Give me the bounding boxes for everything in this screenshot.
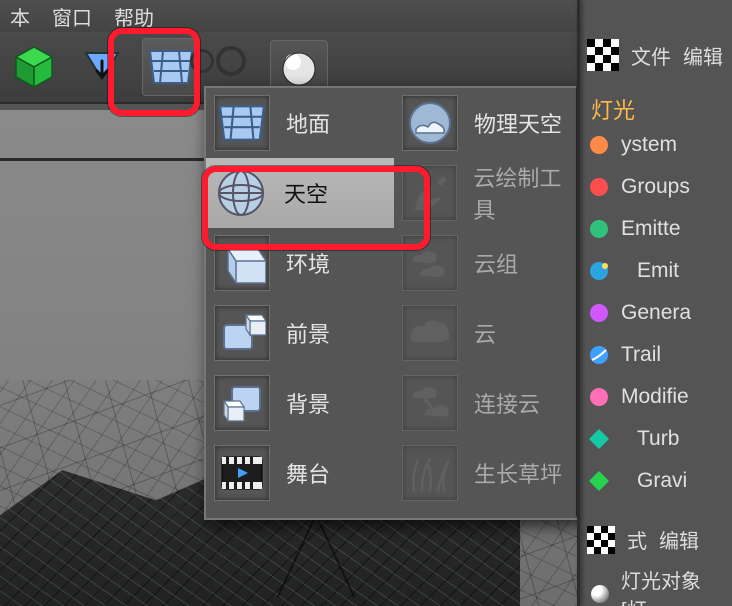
list-label: Emit (637, 259, 679, 283)
light-label: 灯光对象 [灯 (621, 565, 732, 606)
panel-menu-mode[interactable]: 式 (627, 525, 647, 554)
list-label: Genera (621, 301, 691, 325)
menu-label: 物理天空 (474, 107, 562, 139)
menu-physical-sky[interactable]: 物理天空 (394, 88, 582, 158)
menu-label: 连接云 (474, 387, 540, 419)
menubar: 本 窗口 帮助 (0, 0, 630, 32)
instance-button[interactable] (74, 39, 130, 95)
menu-ground[interactable]: 地面 (206, 88, 394, 158)
groups-icon (587, 175, 611, 199)
panel-menu-edit[interactable]: 编辑 (683, 41, 723, 70)
physical-sky-icon (402, 95, 458, 151)
list-item[interactable]: Genera (587, 298, 732, 328)
panel-topbar: 文件 编辑 (587, 39, 723, 71)
panel-menu-file[interactable]: 文件 (631, 41, 671, 70)
system-icon (587, 133, 611, 157)
list-item[interactable]: Emit (587, 256, 732, 286)
small-circle-icon[interactable] (190, 49, 214, 73)
menu-foreground[interactable]: 前景 (206, 298, 394, 368)
menu-sky[interactable]: 天空 (206, 158, 394, 228)
list-label: ystem (621, 133, 677, 157)
panel-divider[interactable] (577, 0, 580, 606)
menu-label: 前景 (286, 317, 330, 349)
triangle-down-icon (80, 45, 124, 89)
menu-connect-cloud[interactable]: 连接云 (394, 368, 582, 438)
cube-button[interactable] (6, 39, 62, 95)
menu-label: 舞台 (286, 457, 330, 489)
cloud-draw-icon (402, 165, 457, 221)
cloud-group-icon (402, 235, 458, 291)
viewport-lines (285, 515, 505, 606)
turbulence-icon (587, 427, 611, 451)
panel-menu-edit2[interactable]: 编辑 (659, 525, 699, 554)
environment-icon (214, 235, 270, 291)
connect-cloud-icon (402, 375, 458, 431)
menu-label: 地面 (286, 107, 330, 139)
sphere-icon (280, 50, 318, 88)
menu-item[interactable]: 帮助 (114, 2, 154, 31)
gravity-icon (587, 469, 611, 493)
trail-icon (587, 343, 611, 367)
list-label: Modifie (621, 385, 689, 409)
list-label: Gravi (637, 469, 687, 493)
list-item[interactable]: Emitte (587, 214, 732, 244)
background-icon (214, 375, 270, 431)
generator-icon (587, 301, 611, 325)
menu-label: 环境 (286, 247, 330, 279)
list-label: Emitte (621, 217, 681, 241)
menu-item[interactable]: 窗口 (52, 2, 92, 31)
sky-icon (214, 166, 268, 220)
menu-label: 云绘制工具 (473, 161, 582, 225)
modifier-icon (587, 385, 611, 409)
checker-icon[interactable] (587, 526, 615, 554)
panel-light-row[interactable]: 灯光对象 [灯 (591, 565, 732, 606)
environment-popup: 地面 天空 (204, 86, 584, 520)
grass-icon (402, 445, 458, 501)
menu-grow-lawn[interactable]: 生长草坪 (394, 438, 582, 508)
menu-cloud-draw-tool[interactable]: 云绘制工具 (394, 158, 582, 228)
menu-cloud[interactable]: 云 (394, 298, 582, 368)
emit-icon (587, 259, 611, 283)
list-item[interactable]: Gravi (587, 466, 732, 496)
panel-tab-light[interactable]: 灯光 (587, 92, 732, 126)
emitter-icon (587, 217, 611, 241)
menu-background[interactable]: 背景 (206, 368, 394, 438)
list-label: Turb (637, 427, 679, 451)
menu-label: 云组 (474, 247, 518, 279)
menu-label: 云 (474, 317, 496, 349)
checker-icon[interactable] (587, 39, 619, 71)
ground-grid-icon (148, 49, 194, 85)
panel-object-list: ystem Groups Emitte Emit Genera Trail (587, 130, 732, 496)
right-panel: 文件 编辑 灯光 ystem Groups Emitte Emit (577, 0, 732, 606)
list-item[interactable]: Modifie (587, 382, 732, 412)
list-label: Groups (621, 175, 690, 199)
list-item[interactable]: Turb (587, 424, 732, 454)
foreground-icon (214, 305, 270, 361)
menu-cloud-group[interactable]: 云组 (394, 228, 582, 298)
panel-bottombar: 式 编辑 (587, 525, 732, 554)
large-circle-icon[interactable] (216, 46, 246, 76)
cloud-icon (402, 305, 458, 361)
menu-item[interactable]: 本 (10, 2, 30, 31)
app-root: 本 窗口 帮助 (0, 0, 732, 606)
popup-right-column: 物理天空 云绘制工具 云组 (394, 88, 582, 518)
stage-icon (214, 445, 270, 501)
list-item[interactable]: ystem (587, 130, 732, 160)
menu-environment[interactable]: 环境 (206, 228, 394, 298)
list-item[interactable]: Groups (587, 172, 732, 202)
menu-label: 生长草坪 (474, 457, 562, 489)
menu-label: 天空 (284, 177, 328, 209)
list-item[interactable]: Trail (587, 340, 732, 370)
toolbar-extra (190, 46, 246, 76)
popup-left-column: 地面 天空 (206, 88, 394, 518)
ground-icon (214, 95, 270, 151)
menu-label: 背景 (286, 387, 330, 419)
list-label: Trail (621, 343, 661, 367)
light-icon (591, 585, 609, 603)
menu-stage[interactable]: 舞台 (206, 438, 394, 508)
cube-green-icon (12, 45, 56, 89)
